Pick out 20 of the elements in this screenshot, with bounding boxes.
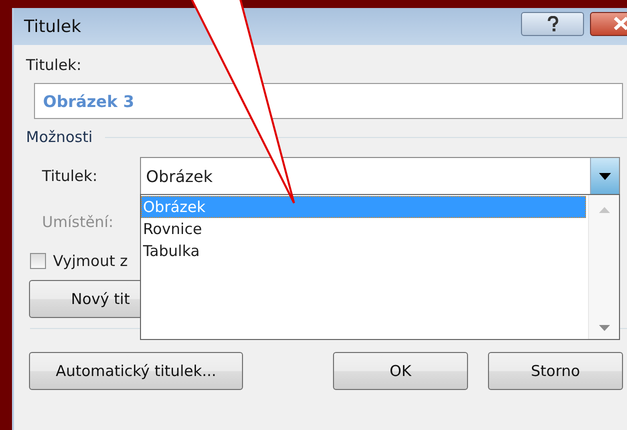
field-label: Titulek:: [41, 167, 98, 185]
help-button[interactable]: [521, 12, 584, 36]
dialog-button[interactable]: OK: [333, 352, 468, 390]
window-title: Titulek: [24, 16, 82, 36]
scrollbar[interactable]: [588, 195, 619, 339]
section-heading: Možnosti: [26, 128, 93, 146]
dialog-button[interactable]: Storno: [488, 352, 623, 390]
field-label: Umístění:: [41, 213, 114, 231]
scroll-down-icon[interactable]: [598, 325, 610, 331]
caret-icon: [599, 172, 611, 180]
dropdown-option[interactable]: Rovnice: [141, 218, 588, 240]
help-icon: [546, 16, 558, 32]
field-label: Titulek:: [26, 55, 82, 76]
checkbox[interactable]: [30, 253, 46, 269]
checkbox-label: Vyjmout z: [53, 252, 128, 270]
close-icon: [613, 17, 627, 30]
dropdown-button[interactable]: [590, 158, 619, 194]
dialog-button[interactable]: Automatický titulek...: [29, 352, 243, 390]
dropdown-option[interactable]: Tabulka: [141, 240, 588, 262]
caption-dropdown[interactable]: Obrázek: [140, 157, 620, 195]
